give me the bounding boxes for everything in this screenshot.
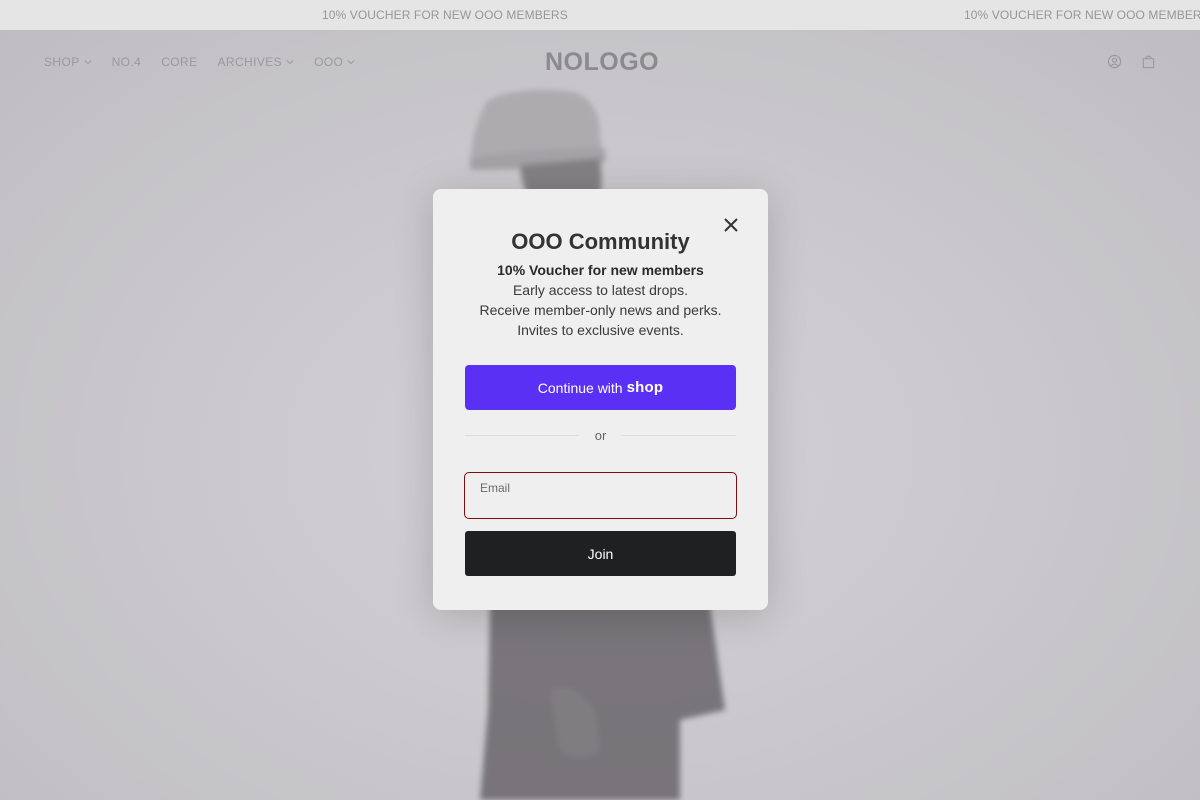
newsletter-modal: OOO Community 10% Voucher for new member… [433,189,768,610]
shop-logo: shop [626,379,664,396]
benefit-line: Receive member-only news and perks. [479,302,722,318]
benefit-line: Invites to exclusive events. [517,322,684,338]
divider-rule [622,435,736,436]
modal-title: OOO Community [511,229,690,254]
join-button[interactable]: Join [465,531,736,576]
benefit-line: Early access to latest drops. [512,282,689,298]
shop-button-prefix: Continue with [537,379,623,396]
email-label: Email [480,481,511,495]
continue-with-shop-button[interactable]: Continue with shop [465,365,736,410]
email-field[interactable]: Email [464,472,737,519]
email-input[interactable] [479,495,723,517]
or-divider: or [465,427,736,445]
modal-subtitle: 10% Voucher for new members [497,262,704,278]
